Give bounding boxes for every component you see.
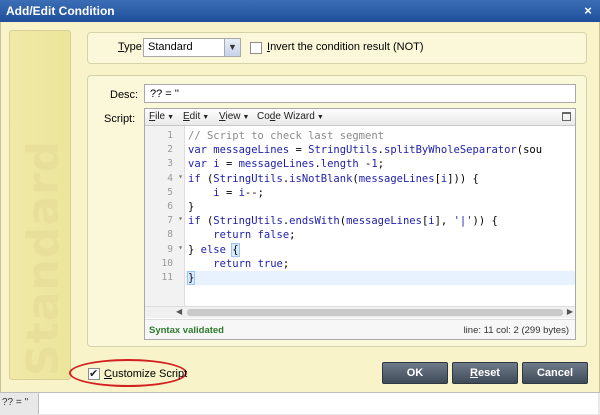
reset-button[interactable]: Reset [452,362,518,384]
invert-checkbox[interactable] [250,42,262,54]
line-number: 7 ▾ [167,214,183,227]
customize-script-label[interactable]: Customize Script [104,368,187,380]
code-line[interactable]: } else { [186,242,575,257]
invert-label[interactable]: Invert the condition result (NOT) [267,41,424,53]
fold-toggle-icon[interactable]: ▾ [178,172,183,181]
code-line[interactable]: return false; [186,228,575,242]
code-line[interactable]: var i = messageLines.length -1; [186,157,575,171]
customize-script-checkbox[interactable] [88,367,100,380]
code-line[interactable]: var messageLines = StringUtils.splitByWh… [186,143,575,157]
line-gutter: 1 2 3 4 ▾ 5 6 7 ▾ 8 9 ▾ 10 11 [145,126,185,306]
syntax-status: Syntax validated [149,325,224,336]
close-icon[interactable]: × [580,3,596,19]
script-editor[interactable]: File ▼ Edit ▼ View ▼ Code Wizard ▼ 1 2 3 4 ▾ 5 6 7 ▾… [144,108,576,340]
dialog-titlebar: Add/Edit Condition × [0,0,600,22]
fold-toggle-icon[interactable]: ▾ [178,214,183,223]
menu-edit[interactable]: Edit ▼ [183,111,209,122]
type-sidebar: Standard [9,30,71,380]
line-number: 3 [167,158,173,170]
maximize-icon[interactable] [562,112,571,121]
code-line[interactable]: if (StringUtils.isNotBlank(messageLines[… [186,172,575,186]
cursor-position: line: 11 col: 2 (299 bytes) [463,325,569,336]
line-number: 9 ▾ [167,242,183,255]
horizontal-scrollbar[interactable]: ◀ ▶ [145,306,575,318]
code-area[interactable]: // Script to check last segment var messa… [186,126,575,306]
cancel-button[interactable]: Cancel [522,362,588,384]
code-line[interactable]: if (StringUtils.endsWith(messageLines[i]… [186,214,575,228]
code-line[interactable]: } [186,271,575,286]
editor-menubar: File ▼ Edit ▼ View ▼ Code Wizard ▼ [145,109,575,126]
chevron-down-icon[interactable]: ▼ [224,39,240,56]
line-number: 1 [167,130,173,141]
type-select-value: Standard [148,41,193,53]
dialog-title: Add/Edit Condition [6,4,115,18]
bottom-preview: ?? = '' [2,397,29,408]
type-label: Type: [118,41,145,53]
code-line[interactable]: i = i--; [186,186,575,200]
scroll-right-icon[interactable]: ▶ [567,307,573,316]
scrollbar-thumb[interactable] [187,309,563,316]
scroll-left-icon[interactable]: ◀ [176,307,182,316]
script-label: Script: [104,113,136,125]
line-number: 10 [161,257,173,269]
line-number: 2 [167,144,173,156]
line-number: 5 [167,186,173,198]
desc-label: Desc: [110,89,139,101]
code-line[interactable]: } [186,200,575,214]
line-number: 6 [167,201,173,212]
condition-panel: Desc: ?? = '' Script: File ▼ Edit ▼ View ▼ … [87,75,587,347]
code-line[interactable]: return true; [186,257,575,271]
bottom-field [38,393,598,414]
line-number: 11 [161,272,173,283]
type-panel: Type: Standard ▼ Invert the condition re… [87,32,587,64]
dialog-body: Standard Type: Standard ▼ Invert the con… [0,22,600,392]
desc-input[interactable]: ?? = '' [144,84,576,103]
bottom-bar: ?? = '' [0,392,600,415]
menu-file[interactable]: File ▼ [149,111,174,122]
menu-view[interactable]: View ▼ [219,111,249,122]
type-select[interactable]: Standard ▼ [143,38,241,57]
ok-button[interactable]: OK [382,362,448,384]
menu-code-wizard[interactable]: Code Wizard ▼ [257,111,324,122]
code-line[interactable]: // Script to check last segment [186,129,575,143]
line-number: 4 ▾ [167,171,183,184]
line-number: 8 [167,229,173,241]
sidebar-watermark: Standard [18,139,69,376]
editor-statusbar: Syntax validated line: 11 col: 2 (299 by… [145,319,575,339]
fold-toggle-icon[interactable]: ▾ [178,243,183,252]
